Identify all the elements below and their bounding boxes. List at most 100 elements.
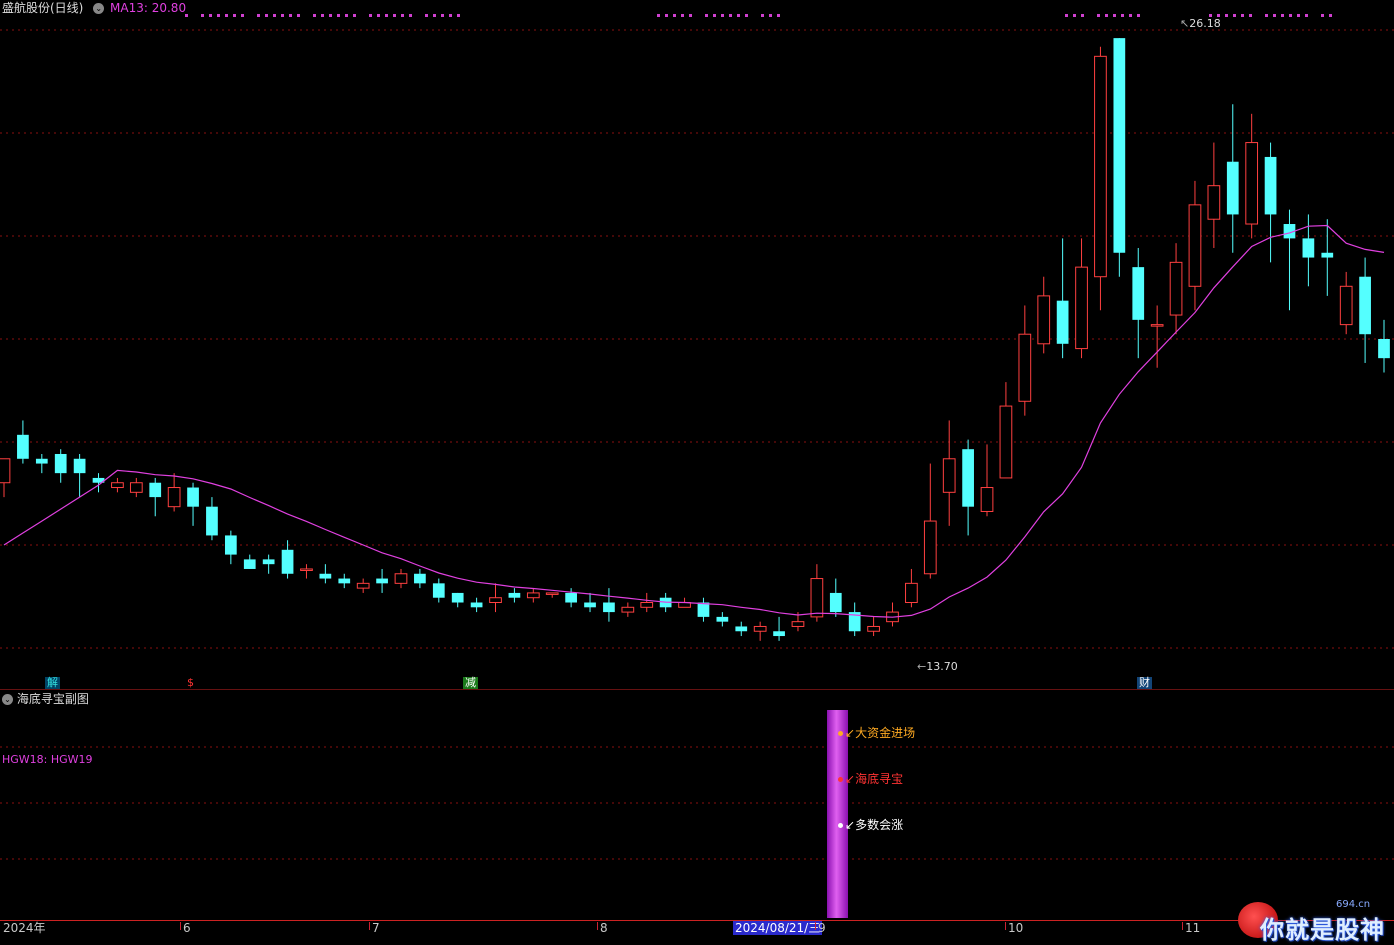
candle-body [394, 573, 408, 584]
candle [1169, 243, 1183, 335]
candle [1339, 271, 1353, 335]
candle-body [1169, 261, 1183, 316]
candle [829, 578, 842, 617]
candle-body [773, 631, 785, 637]
candle-body [432, 583, 445, 598]
candle-body [489, 597, 502, 604]
top-signal-dot [241, 14, 244, 17]
candle-body [1094, 55, 1107, 278]
top-signal-dot [321, 14, 324, 17]
candle-body [1075, 266, 1088, 350]
high-price-label: ↖26.18 [1180, 17, 1221, 30]
top-signal-dot [689, 14, 692, 17]
top-signal-dot [1289, 14, 1292, 17]
candle [773, 616, 785, 641]
watermark-text: 你就是股神 [1260, 916, 1385, 944]
top-signal-dot [745, 14, 748, 17]
candle [545, 592, 559, 598]
top-signal-dot [729, 14, 732, 17]
x-label-jul: 7 [372, 921, 380, 935]
event-tag-jie[interactable]: 解 [45, 677, 60, 689]
candle-body [1321, 252, 1334, 258]
candle [206, 497, 218, 541]
candle-body [1264, 156, 1277, 215]
top-signal-dot [1297, 14, 1300, 17]
candle [0, 458, 11, 498]
candle-body [470, 602, 483, 608]
signal-dot [838, 777, 843, 782]
candle [640, 592, 654, 613]
candle-body [716, 616, 729, 622]
candle [735, 621, 748, 637]
candlestick-chart[interactable] [0, 0, 1394, 690]
top-signal-dot [209, 14, 212, 17]
top-signal-dot [433, 14, 436, 17]
top-signal-dot [1273, 14, 1276, 17]
candle-body [640, 602, 654, 608]
candle-body [1207, 185, 1221, 220]
top-signal-dot [345, 14, 348, 17]
candle-body [1018, 333, 1032, 402]
candle-body [167, 487, 181, 508]
top-signal-dot [369, 14, 372, 17]
candle [867, 616, 880, 637]
candle [1264, 142, 1277, 263]
top-signal-dot [201, 14, 204, 17]
top-signal-dot [273, 14, 276, 17]
candle-body [697, 602, 710, 617]
candle [1283, 209, 1296, 311]
top-signal-dot [673, 14, 676, 17]
candle [54, 449, 67, 483]
x-label-sep: 9 [818, 921, 826, 935]
candle-body [1150, 324, 1164, 327]
candle [848, 602, 861, 637]
top-signal-dot [337, 14, 340, 17]
candle [962, 439, 974, 536]
top-signal-dot [713, 14, 716, 17]
top-signal-dot [1113, 14, 1116, 17]
candle [300, 564, 313, 579]
top-signal-dot [1305, 14, 1308, 17]
candle [376, 568, 388, 593]
candle-body [1245, 142, 1259, 225]
event-tag-cai[interactable]: 财 [1137, 677, 1152, 689]
candle [621, 602, 635, 617]
candle [489, 583, 502, 613]
signal-dot [838, 731, 843, 736]
candle-body [962, 449, 974, 507]
top-signal-dot [681, 14, 684, 17]
candle-body [224, 535, 237, 555]
top-signal-dot [409, 14, 412, 17]
candle-body [338, 578, 351, 584]
candle-body [791, 621, 805, 627]
signal-dot [838, 823, 843, 828]
candle-body [206, 506, 218, 536]
top-signal-dot [313, 14, 316, 17]
candle [1321, 219, 1334, 296]
candle-body [603, 602, 615, 613]
candle [905, 568, 918, 608]
event-tag-jian[interactable]: 减 [463, 677, 478, 689]
candle-body [829, 592, 842, 613]
candle [1302, 214, 1315, 287]
grid-lines [0, 29, 1394, 649]
x-label-nov: 11 [1185, 921, 1201, 935]
top-signal-dot [425, 14, 428, 17]
top-signal-dot [449, 14, 452, 17]
candle-body [1302, 238, 1315, 258]
top-signal-dots [185, 14, 1332, 17]
candle [1226, 104, 1239, 253]
top-signal-dot [289, 14, 292, 17]
candle [753, 621, 767, 641]
event-tag-dollar[interactable]: $ [185, 677, 196, 689]
candle-body [1226, 161, 1239, 215]
top-signal-dot [233, 14, 236, 17]
signal-bar[interactable] [827, 710, 848, 918]
top-signal-dot [257, 14, 260, 17]
candle [414, 568, 426, 589]
candle-body [129, 482, 143, 493]
candle-body [1113, 38, 1126, 253]
candle-body [451, 592, 464, 603]
top-signal-dot [1233, 14, 1236, 17]
selected-date-label[interactable]: 2024/08/21/三 [733, 921, 823, 935]
